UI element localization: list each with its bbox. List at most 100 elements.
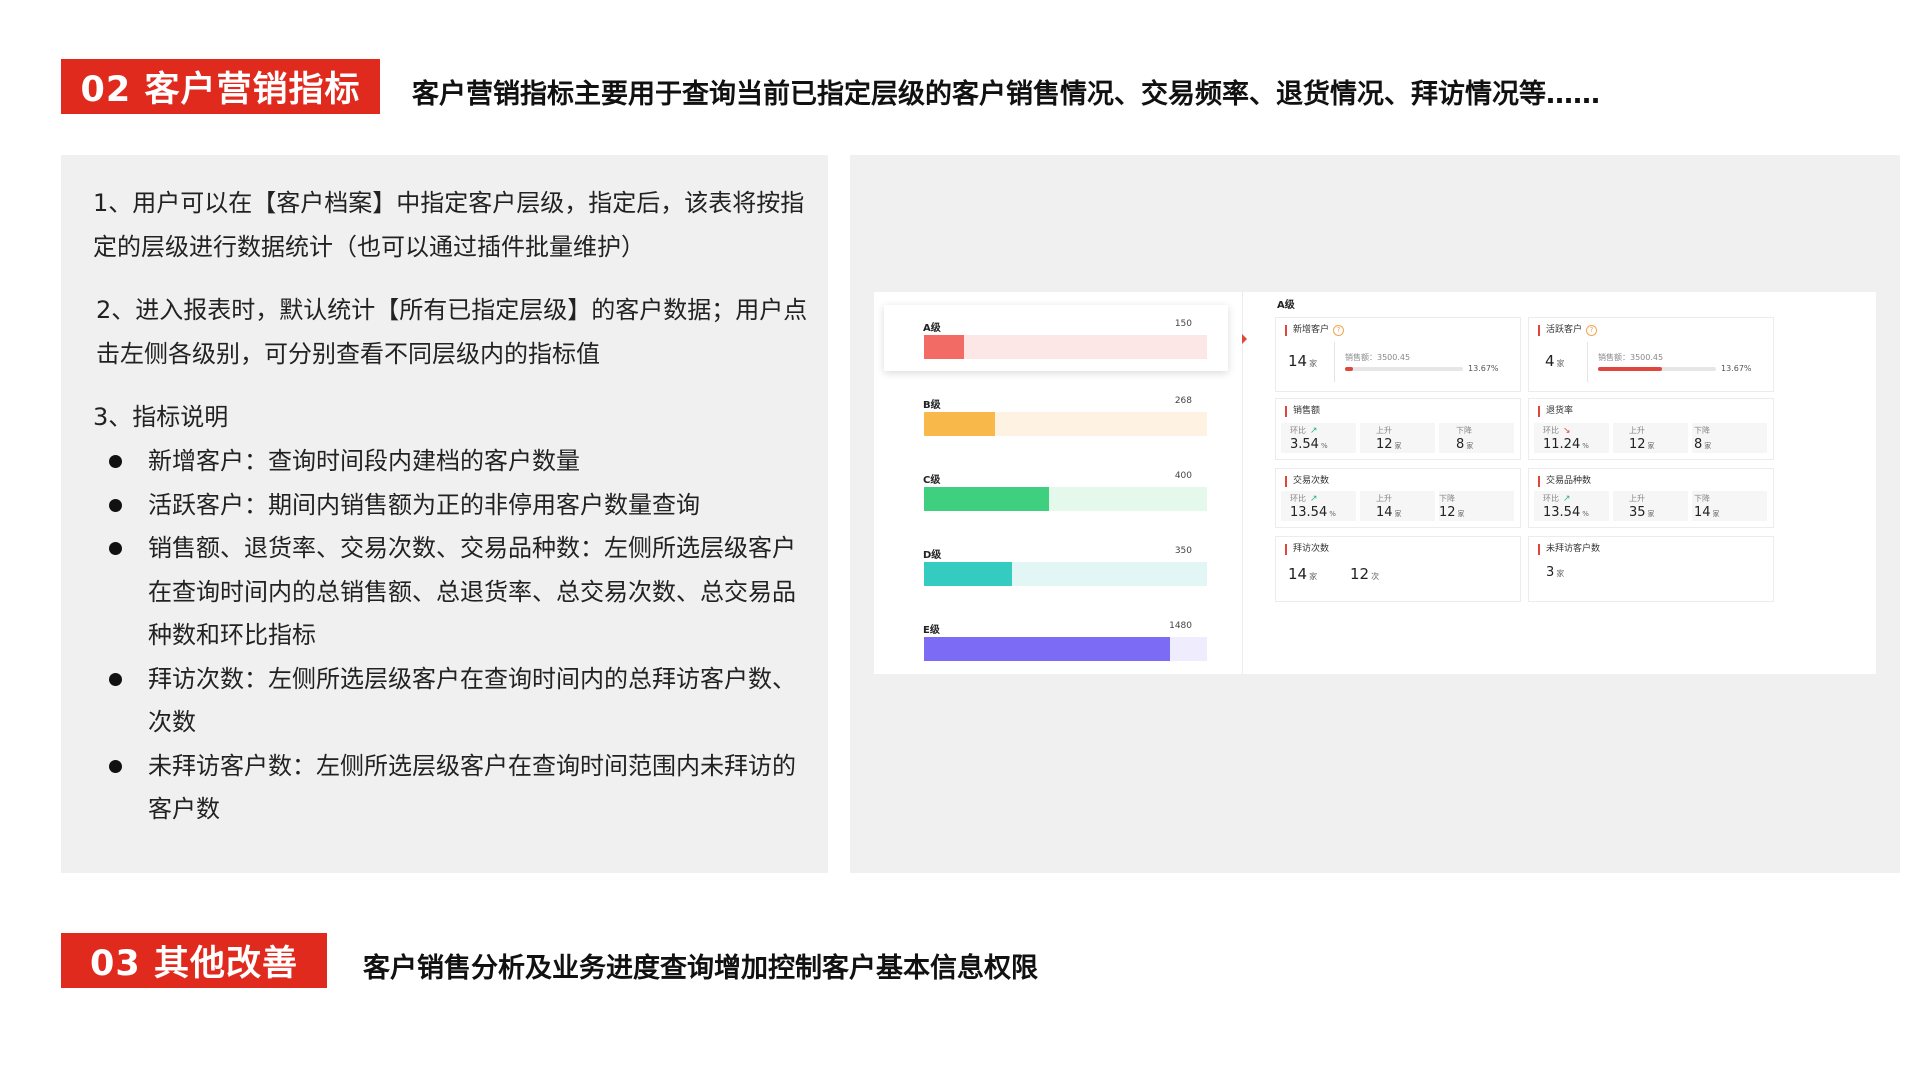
sales-amount: 销售额：3500.45 bbox=[1598, 353, 1664, 362]
sales-percent: 13.67% bbox=[1721, 364, 1752, 373]
card-trade-count: 交易次数 环比 ↗ 13.54% 上升 14 家 下降 12 家 bbox=[1275, 468, 1521, 528]
sales-progress-fill bbox=[1598, 367, 1662, 371]
up-label: 上升 bbox=[1376, 494, 1392, 503]
divider bbox=[1587, 342, 1588, 382]
level-name: B级 bbox=[923, 400, 941, 411]
sales-amount: 销售额：3500.45 bbox=[1345, 353, 1411, 362]
mom-label: 环比 ↗ bbox=[1290, 426, 1318, 436]
card-new-customers: 新增客户? 14 家 销售额：3500.45 13.67% bbox=[1275, 317, 1521, 392]
visited-customers-value: 14 家 bbox=[1288, 565, 1318, 583]
level-count: 268 bbox=[1174, 396, 1192, 406]
active-customers-value: 4家 bbox=[1545, 352, 1565, 370]
level-count: 350 bbox=[1174, 546, 1192, 556]
visit-times-value: 12 次 bbox=[1350, 565, 1380, 583]
up-value: 12 家 bbox=[1629, 437, 1655, 452]
list-item: 新增客户：查询时间段内建档的客户数量 bbox=[93, 440, 813, 484]
down-label: 下降 bbox=[1439, 494, 1455, 503]
bullet-icon bbox=[109, 455, 122, 468]
trend-up-icon: ↗ bbox=[1310, 426, 1318, 436]
card-label: 交易次数 bbox=[1285, 476, 1329, 487]
card-visits: 拜访次数 14 家 12 次 bbox=[1275, 536, 1521, 602]
level-bar-track bbox=[924, 637, 1207, 661]
bullet-icon bbox=[109, 542, 122, 555]
trend-down-icon: ↘ bbox=[1563, 426, 1571, 436]
list-item: 销售额、退货率、交易次数、交易品种数：左侧所选层级客户在查询时间内的总销售额、总… bbox=[93, 527, 813, 658]
down-value: 14 家 bbox=[1694, 505, 1720, 520]
up-label: 上升 bbox=[1629, 494, 1645, 503]
mom-value: 3.54% bbox=[1290, 437, 1328, 452]
card-label: 新增客户? bbox=[1285, 325, 1345, 336]
section-02-tag: 02 客户营销指标 bbox=[61, 59, 380, 114]
card-label: 退货率 bbox=[1538, 406, 1573, 417]
mom-value: 13.54% bbox=[1290, 505, 1336, 520]
card-trade-varieties: 交易品种数 环比 ↗ 13.54% 上升 35 家 下降 14 家 bbox=[1528, 468, 1774, 528]
card-label: 活跃客户? bbox=[1538, 325, 1598, 336]
sales-progress-track bbox=[1598, 367, 1716, 371]
list-item: 拜访次数：左侧所选层级客户在查询时间内的总拜访客户数、次数 bbox=[93, 658, 813, 745]
level-item-d[interactable]: D级 350 bbox=[884, 532, 1228, 598]
list-item: 未拜访客户数：左侧所选层级客户在查询时间范围内未拜访的客户数 bbox=[93, 745, 813, 832]
down-value: 12 家 bbox=[1439, 505, 1465, 520]
level-name: A级 bbox=[923, 323, 941, 334]
section-03-tag: 03 其他改善 bbox=[61, 933, 327, 988]
level-count: 1480 bbox=[1169, 621, 1192, 631]
level-bar-track bbox=[924, 487, 1207, 511]
level-item-b[interactable]: B级 268 bbox=[884, 382, 1228, 448]
trend-up-icon: ↗ bbox=[1563, 494, 1571, 504]
level-item-a[interactable]: A级 150 bbox=[884, 305, 1228, 371]
selected-level-pointer-icon bbox=[1242, 334, 1247, 344]
sales-progress-track bbox=[1345, 367, 1463, 371]
level-name: E级 bbox=[923, 625, 940, 636]
down-label: 下降 bbox=[1456, 426, 1472, 435]
level-bar-fill bbox=[924, 637, 1171, 661]
help-icon[interactable]: ? bbox=[1333, 325, 1345, 336]
level-item-c[interactable]: C级 400 bbox=[884, 457, 1228, 523]
mom-label: 环比 ↘ bbox=[1543, 426, 1571, 436]
description-paragraph-2: 2、进入报表时，默认统计【所有已指定层级】的客户数据；用户点击左侧各级别，可分别… bbox=[96, 296, 808, 368]
sales-progress-fill bbox=[1345, 367, 1354, 371]
divider bbox=[1334, 342, 1335, 382]
section-03-headline: 客户销售分析及业务进度查询增加控制客户基本信息权限 bbox=[363, 953, 1038, 984]
level-item-e[interactable]: E级 1480 bbox=[884, 607, 1228, 673]
trend-up-icon: ↗ bbox=[1310, 494, 1318, 504]
down-cell bbox=[1439, 423, 1514, 453]
bullet-icon bbox=[109, 672, 122, 686]
help-icon[interactable]: ? bbox=[1586, 325, 1598, 336]
up-label: 上升 bbox=[1629, 426, 1645, 435]
unvisited-value: 3家 bbox=[1546, 565, 1565, 580]
level-bar-fill bbox=[924, 335, 964, 359]
card-return-rate: 退货率 环比 ↘ 11.24% 上升 12 家 下降 8家 bbox=[1528, 398, 1774, 460]
card-unvisited: 未拜访客户数 3家 bbox=[1528, 536, 1774, 602]
level-count: 400 bbox=[1174, 471, 1192, 481]
up-label: 上升 bbox=[1376, 426, 1392, 435]
mom-value: 11.24% bbox=[1543, 437, 1589, 452]
bullet-icon bbox=[109, 759, 122, 773]
down-label: 下降 bbox=[1694, 494, 1710, 503]
card-label: 交易品种数 bbox=[1538, 476, 1591, 487]
level-bar-track bbox=[924, 562, 1207, 586]
description-paragraph-1: 1、用户可以在【客户档案】中指定客户层级，指定后，该表将按指定的层级进行数据统计… bbox=[93, 189, 805, 261]
level-bar-fill bbox=[924, 562, 1012, 586]
screenshot-panel: A级 150 B级 268 C级 400 D级 350 E级 1480 A级 新… bbox=[850, 155, 1900, 873]
card-label: 未拜访客户数 bbox=[1538, 544, 1600, 555]
mom-label: 环比 ↗ bbox=[1290, 494, 1318, 504]
bullet-icon bbox=[109, 498, 122, 512]
up-value: 35 家 bbox=[1629, 505, 1655, 520]
level-bar-fill bbox=[924, 487, 1049, 511]
card-active-customers: 活跃客户? 4家 销售额：3500.45 13.67% bbox=[1528, 317, 1774, 392]
level-bar-track bbox=[924, 335, 1207, 359]
description-panel: 1、用户可以在【客户档案】中指定客户层级，指定后，该表将按指定的层级进行数据统计… bbox=[61, 155, 828, 873]
level-name: C级 bbox=[923, 475, 941, 486]
mom-label: 环比 ↗ bbox=[1543, 494, 1571, 504]
indicator-list: 新增客户：查询时间段内建档的客户数量 活跃客户：期间内销售额为正的非停用客户数量… bbox=[93, 440, 813, 832]
level-list: A级 150 B级 268 C级 400 D级 350 E级 1480 bbox=[874, 292, 1243, 674]
up-value: 14 家 bbox=[1376, 505, 1402, 520]
mom-value: 13.54% bbox=[1543, 505, 1589, 520]
level-name: D级 bbox=[923, 550, 942, 561]
sales-percent: 13.67% bbox=[1468, 364, 1499, 373]
card-label: 销售额 bbox=[1285, 406, 1320, 417]
down-value: 8家 bbox=[1456, 437, 1474, 452]
list-item: 活跃客户：期间内销售额为正的非停用客户数量查询 bbox=[93, 484, 813, 528]
dashboard-title: A级 bbox=[1277, 300, 1295, 311]
level-bar-fill bbox=[924, 412, 995, 436]
